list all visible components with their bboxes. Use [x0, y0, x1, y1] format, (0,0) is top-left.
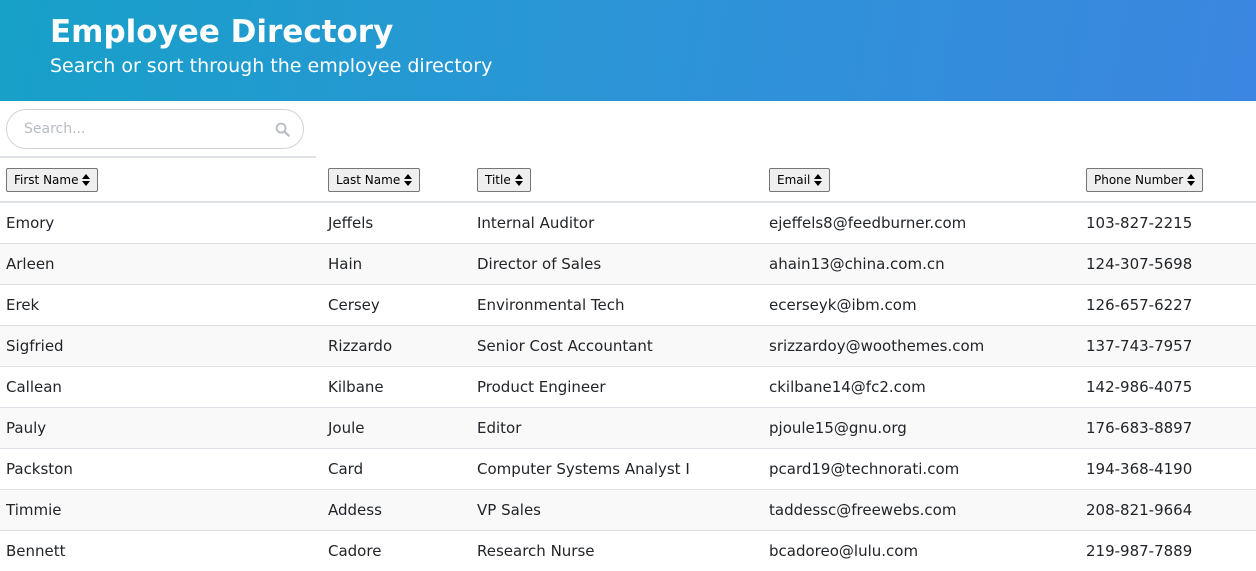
table-body: Emory Jeffels Internal Auditor ejeffels8@fe… [0, 202, 1256, 571]
column-header-email: Email [763, 158, 1080, 203]
cell-phone: 103-827-2215 [1086, 213, 1193, 232]
cell-title: Computer Systems Analyst I [471, 447, 763, 489]
search-container [0, 101, 316, 158]
cell-phone: 126-657-6227 [1080, 283, 1256, 325]
cell-phone: 137-743-7957 [1080, 324, 1256, 366]
cell-email: pcard19@technorati.com [763, 447, 1080, 489]
cell-first: Arleen [0, 242, 322, 284]
sort-title-button[interactable]: Title [477, 167, 531, 192]
page-header: Employee Directory Search or sort throug… [0, 0, 1256, 101]
cell-email: srizzardoy@woothemes.com [763, 324, 1080, 366]
cell-phone: 176-683-8897 [1080, 406, 1256, 448]
cell-title: Environmental Tech [471, 283, 763, 325]
table-row: Timmie Addess VP Sales taddessc@freewebs.co… [0, 488, 1256, 530]
sort-last-button[interactable]: Last Name [328, 167, 421, 192]
cell-first: Erek [0, 283, 322, 325]
cell-title: Director of Sales [471, 242, 763, 284]
cell-last: Kilbane [322, 365, 471, 407]
table-row: Pauly Joule Editor pjoule15@gnu.org 176-683-… [0, 406, 1256, 448]
cell-email: taddessc@freewebs.com [763, 488, 1080, 530]
sort-icon [404, 173, 413, 186]
cell-title: Internal Auditor [477, 213, 595, 232]
sort-icon [82, 173, 91, 186]
sort-icon [514, 173, 523, 186]
cell-phone: 194-368-4190 [1080, 447, 1256, 489]
search-input[interactable] [24, 121, 273, 137]
cell-last: Hain [322, 242, 471, 284]
page-title: Employee Directory [50, 14, 394, 50]
search-icon[interactable] [273, 120, 291, 138]
cell-first: Callean [0, 365, 322, 407]
page-subtitle: Search or sort through the employee dire… [50, 55, 493, 77]
table-row: Erek Cersey Environmental Tech ecerseyk@ibm… [0, 283, 1256, 325]
cell-email: ckilbane14@fc2.com [763, 365, 1080, 407]
table-row: Packston Card Computer Systems Analyst Ipc… [0, 447, 1256, 489]
cell-first: Bennett [0, 529, 322, 571]
cell-phone: 124-307-5698 [1080, 242, 1256, 284]
table-row: Bennett Cadore Research Nurse bcadoreo@lulu… [0, 529, 1256, 571]
column-header-first: First Name [0, 158, 322, 203]
cell-first: Timmie [0, 488, 322, 530]
sort-button-label: Email [777, 172, 811, 187]
cell-email: bcadoreo@lulu.com [763, 529, 1080, 571]
cell-email: ahain13@china.com.cn [763, 242, 1080, 284]
table-row: Callean Kilbane Product Engineer ckilbane14… [0, 365, 1256, 407]
cell-first: Sigfried [0, 324, 322, 366]
sort-email-button[interactable]: Email [769, 167, 831, 192]
cell-last: Card [322, 447, 471, 489]
sort-icon [1187, 173, 1196, 186]
sort-button-label: Title [485, 172, 511, 187]
table-row: Arleen Hain Director of Sales ahain13@china… [0, 242, 1256, 284]
cell-email: ejeffels8@feedburner.com [769, 213, 967, 232]
cell-first: Packston [0, 447, 322, 489]
cell-title: Product Engineer [471, 365, 763, 407]
cell-email: pjoule15@gnu.org [763, 406, 1080, 448]
cell-phone: 142-986-4075 [1080, 365, 1256, 407]
cell-last: Cersey [322, 283, 471, 325]
cell-phone: 208-821-9664 [1080, 488, 1256, 530]
cell-last: Rizzardo [322, 324, 471, 366]
cell-first: Emory [6, 213, 55, 232]
cell-last: Joule [322, 406, 471, 448]
column-header-title: Title [471, 158, 763, 203]
cell-last: Cadore [322, 529, 471, 571]
sort-button-label: First Name [14, 172, 79, 187]
search-box [6, 109, 304, 149]
cell-title: Senior Cost Accountant [471, 324, 763, 366]
table-header-row: First Name Last Name Title Email Phone Numbe… [0, 158, 1256, 203]
cell-email: ecerseyk@ibm.com [763, 283, 1080, 325]
table-row: Emory Jeffels Internal Auditor ejeffels8@fe… [0, 202, 1256, 243]
cell-title: VP Sales [471, 488, 763, 530]
sort-button-label: Last Name [336, 172, 401, 187]
cell-title: Editor [471, 406, 763, 448]
employee-table: First Name Last Name Title Email Phone Numbe… [0, 158, 1256, 571]
column-header-phone: Phone Number [1080, 158, 1256, 203]
cell-last: Addess [322, 488, 471, 530]
sort-icon [814, 173, 823, 186]
sort-phone-button[interactable]: Phone Number [1086, 167, 1204, 192]
cell-title: Research Nurse [471, 529, 763, 571]
cell-first: Pauly [0, 406, 322, 448]
column-header-last: Last Name [322, 158, 471, 203]
table-row: Sigfried Rizzardo Senior Cost Accountant sr… [0, 324, 1256, 366]
sort-first-button[interactable]: First Name [6, 167, 99, 192]
cell-last: Jeffels [328, 213, 374, 232]
cell-phone: 219-987-7889 [1080, 529, 1256, 571]
sort-button-label: Phone Number [1094, 172, 1184, 187]
